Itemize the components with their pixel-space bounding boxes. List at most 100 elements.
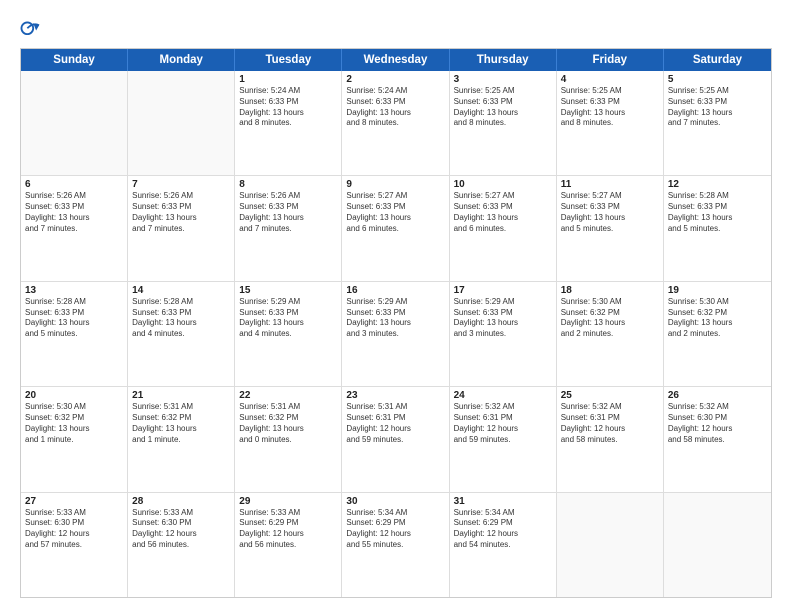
calendar-row-3: 13 Sunrise: 5:28 AM Sunset: 6:33 PM Dayli… xyxy=(21,282,771,387)
calendar-day-23: 23Sunrise: 5:31 AM Sunset: 6:31 PM Dayli… xyxy=(342,387,449,491)
calendar-day-4: 4Sunrise: 5:25 AM Sunset: 6:33 PM Daylig… xyxy=(557,71,664,175)
day-number: 16 xyxy=(346,285,444,296)
day-info: Sunrise: 5:26 AM Sunset: 6:33 PM Dayligh… xyxy=(25,191,123,234)
day-number: 31 xyxy=(454,496,552,507)
day-number: 17 xyxy=(454,285,552,296)
calendar-day-30: 30Sunrise: 5:34 AM Sunset: 6:29 PM Dayli… xyxy=(342,493,449,597)
day-info: Sunrise: 5:26 AM Sunset: 6:33 PM Dayligh… xyxy=(239,191,337,234)
day-number: 15 xyxy=(239,285,337,296)
day-number: 5 xyxy=(668,74,767,85)
day-info: Sunrise: 5:33 AM Sunset: 6:30 PM Dayligh… xyxy=(132,508,230,551)
calendar-day-1: 1Sunrise: 5:24 AM Sunset: 6:33 PM Daylig… xyxy=(235,71,342,175)
calendar-day-empty xyxy=(557,493,664,597)
day-number: 20 xyxy=(25,390,123,401)
day-info: Sunrise: 5:34 AM Sunset: 6:29 PM Dayligh… xyxy=(454,508,552,551)
calendar-day-31: 31Sunrise: 5:34 AM Sunset: 6:29 PM Dayli… xyxy=(450,493,557,597)
day-number: 29 xyxy=(239,496,337,507)
day-number: 23 xyxy=(346,390,444,401)
calendar-day-25: 25Sunrise: 5:32 AM Sunset: 6:31 PM Dayli… xyxy=(557,387,664,491)
calendar-day-27: 27Sunrise: 5:33 AM Sunset: 6:30 PM Dayli… xyxy=(21,493,128,597)
day-info: Sunrise: 5:33 AM Sunset: 6:30 PM Dayligh… xyxy=(25,508,123,551)
day-info: Sunrise: 5:30 AM Sunset: 6:32 PM Dayligh… xyxy=(25,402,123,445)
day-info: Sunrise: 5:27 AM Sunset: 6:33 PM Dayligh… xyxy=(454,191,552,234)
day-info: Sunrise: 5:25 AM Sunset: 6:33 PM Dayligh… xyxy=(454,86,552,129)
calendar-body: 1Sunrise: 5:24 AM Sunset: 6:33 PM Daylig… xyxy=(21,71,771,597)
calendar-day-9: 9Sunrise: 5:27 AM Sunset: 6:33 PM Daylig… xyxy=(342,176,449,280)
calendar-day-16: 16Sunrise: 5:29 AM Sunset: 6:33 PM Dayli… xyxy=(342,282,449,386)
day-info: Sunrise: 5:30 AM Sunset: 6:32 PM Dayligh… xyxy=(668,297,767,340)
weekday-header-friday: Friday xyxy=(557,49,664,71)
day-info: Sunrise: 5:31 AM Sunset: 6:32 PM Dayligh… xyxy=(132,402,230,445)
day-number: 6 xyxy=(25,179,123,190)
day-info: Sunrise: 5:33 AM Sunset: 6:29 PM Dayligh… xyxy=(239,508,337,551)
day-number: 13 xyxy=(25,285,123,296)
calendar-day-19: 19Sunrise: 5:30 AM Sunset: 6:32 PM Dayli… xyxy=(664,282,771,386)
day-number: 9 xyxy=(346,179,444,190)
day-info: Sunrise: 5:24 AM Sunset: 6:33 PM Dayligh… xyxy=(239,86,337,129)
calendar-day-24: 24Sunrise: 5:32 AM Sunset: 6:31 PM Dayli… xyxy=(450,387,557,491)
logo xyxy=(20,18,46,40)
day-info: Sunrise: 5:25 AM Sunset: 6:33 PM Dayligh… xyxy=(561,86,659,129)
calendar-row-1: 1Sunrise: 5:24 AM Sunset: 6:33 PM Daylig… xyxy=(21,71,771,176)
day-info: Sunrise: 5:29 AM Sunset: 6:33 PM Dayligh… xyxy=(346,297,444,340)
day-number: 28 xyxy=(132,496,230,507)
day-number: 21 xyxy=(132,390,230,401)
weekday-header-monday: Monday xyxy=(128,49,235,71)
day-info: Sunrise: 5:34 AM Sunset: 6:29 PM Dayligh… xyxy=(346,508,444,551)
day-info: Sunrise: 5:27 AM Sunset: 6:33 PM Dayligh… xyxy=(561,191,659,234)
day-number: 10 xyxy=(454,179,552,190)
day-info: Sunrise: 5:28 AM Sunset: 6:33 PM Dayligh… xyxy=(132,297,230,340)
weekday-header-saturday: Saturday xyxy=(664,49,771,71)
day-info: Sunrise: 5:32 AM Sunset: 6:30 PM Dayligh… xyxy=(668,402,767,445)
calendar-day-14: 14Sunrise: 5:28 AM Sunset: 6:33 PM Dayli… xyxy=(128,282,235,386)
calendar-day-17: 17Sunrise: 5:29 AM Sunset: 6:33 PM Dayli… xyxy=(450,282,557,386)
calendar-day-10: 10Sunrise: 5:27 AM Sunset: 6:33 PM Dayli… xyxy=(450,176,557,280)
calendar-day-2: 2Sunrise: 5:24 AM Sunset: 6:33 PM Daylig… xyxy=(342,71,449,175)
day-number: 12 xyxy=(668,179,767,190)
day-info: Sunrise: 5:29 AM Sunset: 6:33 PM Dayligh… xyxy=(454,297,552,340)
day-number: 26 xyxy=(668,390,767,401)
day-info: Sunrise: 5:26 AM Sunset: 6:33 PM Dayligh… xyxy=(132,191,230,234)
day-info: Sunrise: 5:31 AM Sunset: 6:31 PM Dayligh… xyxy=(346,402,444,445)
day-number: 1 xyxy=(239,74,337,85)
day-number: 25 xyxy=(561,390,659,401)
calendar-day-empty xyxy=(664,493,771,597)
day-number: 7 xyxy=(132,179,230,190)
weekday-header-sunday: Sunday xyxy=(21,49,128,71)
calendar-day-21: 21Sunrise: 5:31 AM Sunset: 6:32 PM Dayli… xyxy=(128,387,235,491)
day-number: 24 xyxy=(454,390,552,401)
calendar-row-4: 20Sunrise: 5:30 AM Sunset: 6:32 PM Dayli… xyxy=(21,387,771,492)
calendar-day-6: 6Sunrise: 5:26 AM Sunset: 6:33 PM Daylig… xyxy=(21,176,128,280)
day-number: 8 xyxy=(239,179,337,190)
calendar-day-5: 5Sunrise: 5:25 AM Sunset: 6:33 PM Daylig… xyxy=(664,71,771,175)
calendar-day-26: 26Sunrise: 5:32 AM Sunset: 6:30 PM Dayli… xyxy=(664,387,771,491)
day-number: 2 xyxy=(346,74,444,85)
calendar-day-15: 15Sunrise: 5:29 AM Sunset: 6:33 PM Dayli… xyxy=(235,282,342,386)
logo-icon xyxy=(20,18,42,40)
day-info: Sunrise: 5:25 AM Sunset: 6:33 PM Dayligh… xyxy=(668,86,767,129)
calendar-row-2: 6Sunrise: 5:26 AM Sunset: 6:33 PM Daylig… xyxy=(21,176,771,281)
calendar-day-13: 13Sunrise: 5:28 AM Sunset: 6:33 PM Dayli… xyxy=(21,282,128,386)
calendar-day-11: 11Sunrise: 5:27 AM Sunset: 6:33 PM Dayli… xyxy=(557,176,664,280)
day-info: Sunrise: 5:24 AM Sunset: 6:33 PM Dayligh… xyxy=(346,86,444,129)
calendar-header: SundayMondayTuesdayWednesdayThursdayFrid… xyxy=(21,49,771,71)
calendar-day-22: 22Sunrise: 5:31 AM Sunset: 6:32 PM Dayli… xyxy=(235,387,342,491)
header xyxy=(20,18,772,40)
day-info: Sunrise: 5:29 AM Sunset: 6:33 PM Dayligh… xyxy=(239,297,337,340)
day-number: 3 xyxy=(454,74,552,85)
day-info: Sunrise: 5:32 AM Sunset: 6:31 PM Dayligh… xyxy=(561,402,659,445)
day-info: Sunrise: 5:27 AM Sunset: 6:33 PM Dayligh… xyxy=(346,191,444,234)
weekday-header-tuesday: Tuesday xyxy=(235,49,342,71)
day-info: Sunrise: 5:30 AM Sunset: 6:32 PM Dayligh… xyxy=(561,297,659,340)
day-info: Sunrise: 5:28 AM Sunset: 6:33 PM Dayligh… xyxy=(668,191,767,234)
weekday-header-wednesday: Wednesday xyxy=(342,49,449,71)
day-number: 4 xyxy=(561,74,659,85)
calendar-day-12: 12Sunrise: 5:28 AM Sunset: 6:33 PM Dayli… xyxy=(664,176,771,280)
calendar-day-29: 29Sunrise: 5:33 AM Sunset: 6:29 PM Dayli… xyxy=(235,493,342,597)
calendar-day-20: 20Sunrise: 5:30 AM Sunset: 6:32 PM Dayli… xyxy=(21,387,128,491)
day-number: 27 xyxy=(25,496,123,507)
day-number: 14 xyxy=(132,285,230,296)
calendar-row-5: 27Sunrise: 5:33 AM Sunset: 6:30 PM Dayli… xyxy=(21,493,771,597)
day-number: 19 xyxy=(668,285,767,296)
calendar: SundayMondayTuesdayWednesdayThursdayFrid… xyxy=(20,48,772,598)
